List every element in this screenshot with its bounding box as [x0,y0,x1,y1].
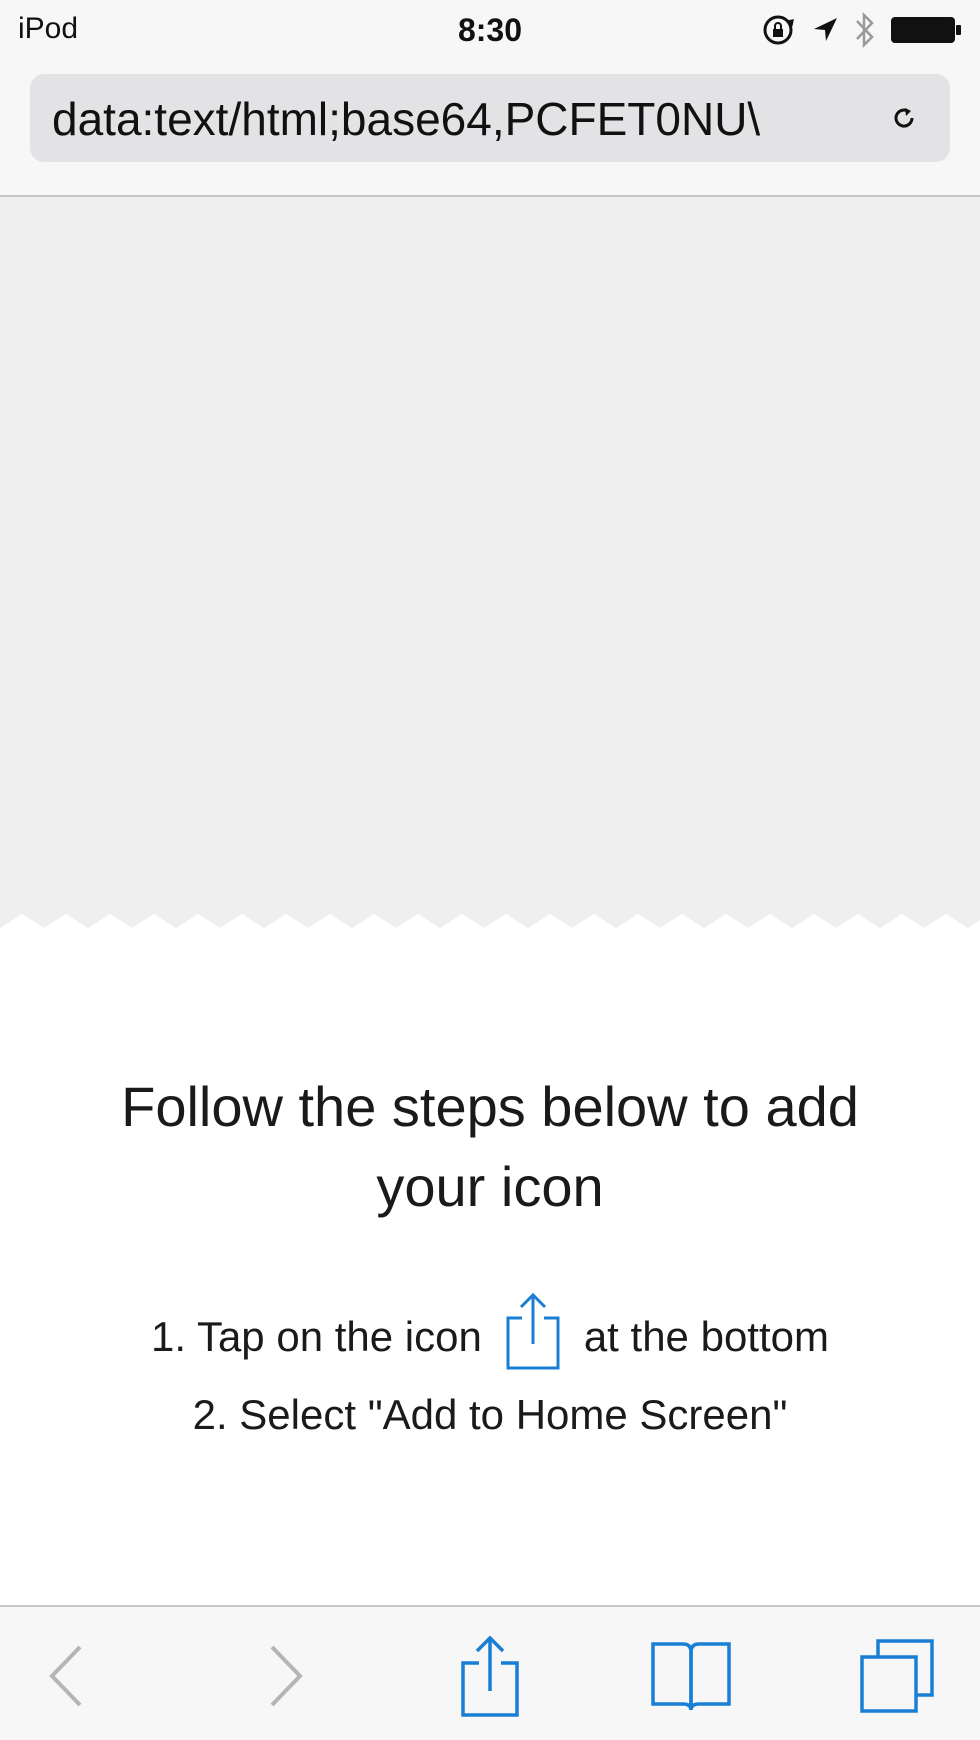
orientation-lock-icon [762,13,796,51]
share-button-icon[interactable] [445,1631,535,1721]
step-two-text: 2. Select "Add to Home Screen" [192,1391,788,1438]
zigzag-edge [0,914,980,940]
address-toolbar: data:text/html;base64,PCFET0NU\ [0,64,980,197]
step-two: 2. Select "Add to Home Screen" [0,1385,980,1445]
preview-area [0,197,980,937]
bookmarks-icon[interactable] [646,1631,736,1721]
headline: Follow the steps below to add your icon [121,1075,859,1218]
status-icons [762,11,962,53]
step-one-suffix: at the bottom [583,1313,829,1360]
url-text[interactable]: data:text/html;base64,PCFET0NU\ [52,94,842,144]
location-arrow-icon [810,15,840,49]
step-one-text: 1. Tap on the icon [151,1313,482,1360]
battery-icon [890,15,962,49]
tabs-icon[interactable] [852,1631,942,1721]
step-one: 1. Tap on the icon at the bottom [0,1292,980,1377]
back-icon[interactable] [22,1631,112,1721]
status-bar: iPod 8:30 [0,0,980,64]
bottom-toolbar [0,1605,980,1740]
instructions: Follow the steps below to add your icon … [0,937,980,1605]
share-icon [502,1292,564,1382]
reload-icon[interactable] [886,100,922,136]
forward-icon[interactable] [240,1631,330,1721]
url-field[interactable]: data:text/html;base64,PCFET0NU\ [30,74,950,162]
bluetooth-icon [854,11,876,53]
